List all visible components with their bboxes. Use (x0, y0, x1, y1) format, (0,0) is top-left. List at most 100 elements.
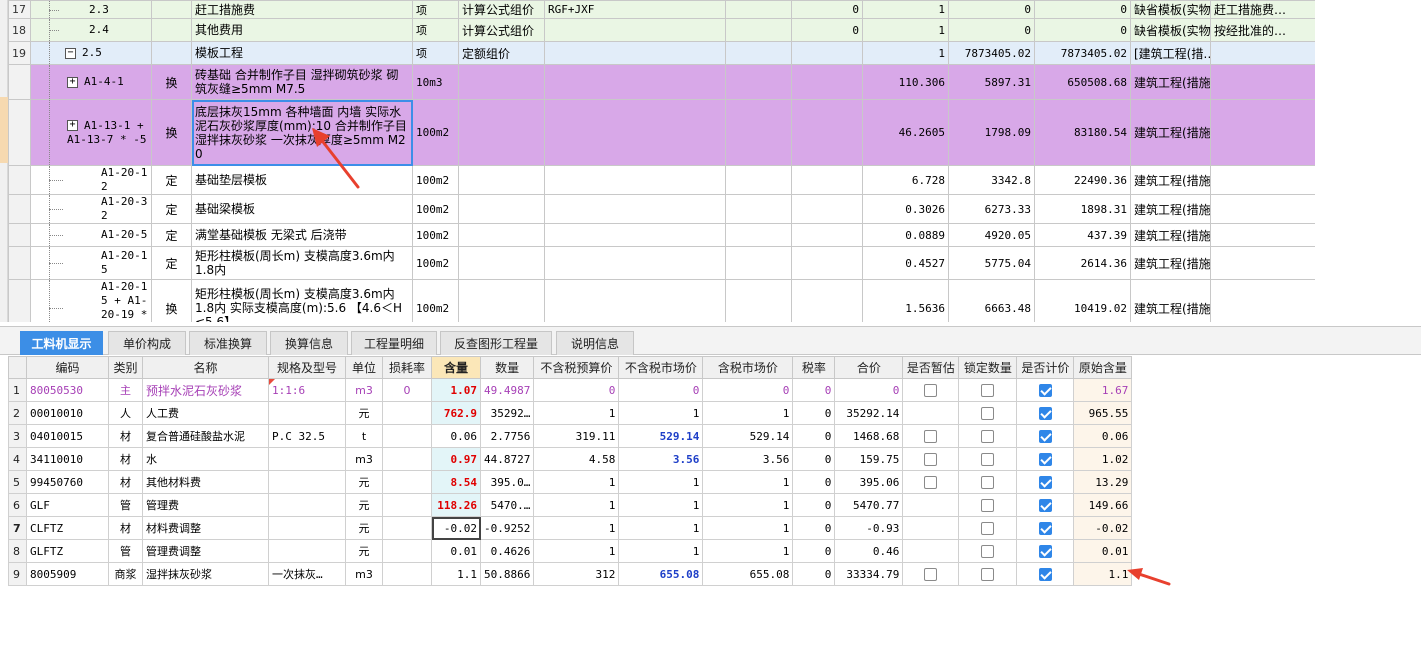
expand-icon[interactable]: + (67, 120, 78, 131)
category-cell[interactable]: 商浆 (108, 562, 143, 586)
unit-price-cell[interactable]: 3342.8 (948, 165, 1035, 195)
code-cell[interactable]: 04010015 (26, 424, 109, 448)
pretax-market-price-cell[interactable]: 1 (618, 470, 704, 494)
spec-cell[interactable]: 一次抹灰… (268, 562, 346, 586)
taxed-market-price-cell[interactable]: 1 (702, 539, 794, 563)
resource-row[interactable]: 3 04010015 材复合普通硅酸盐水泥 P.C 32.5 t 0.06 2.7756 31… (8, 424, 1133, 448)
resource-row[interactable]: 7 CLFTZ 材材料费调整元 -0.02 -0.9252 1 1 1 0 -0.93 -0.02 (8, 516, 1133, 540)
content-cell[interactable]: 0.06 (431, 424, 481, 448)
note-cell[interactable] (1210, 41, 1316, 65)
pretax-budget-price-cell[interactable]: 0 (533, 378, 620, 402)
original-content-cell[interactable]: 1.67 (1073, 378, 1133, 402)
total-cell[interactable]: 10419.02 (1034, 279, 1131, 322)
lock-quantity-checkbox[interactable] (981, 429, 995, 443)
code-cell[interactable]: 34110010 (26, 447, 109, 471)
formula-cell[interactable] (544, 223, 726, 247)
unit-cell[interactable]: 10m3 (412, 64, 459, 100)
value-cell[interactable]: 0 (791, 0, 863, 19)
unit-cell[interactable]: 元 (345, 401, 383, 425)
name-cell[interactable]: 赶工措施费 (191, 0, 413, 19)
column-header-taxed-market-price[interactable]: 含税市场价 (702, 356, 794, 379)
content-cell[interactable]: 762.9 (431, 401, 481, 425)
quantity-cell[interactable]: 1.5636 (862, 279, 949, 322)
type-cell[interactable]: 定 (151, 165, 192, 195)
row-selector-bar[interactable] (0, 0, 8, 322)
original-content-cell[interactable]: 0.01 (1073, 539, 1133, 563)
category-cell[interactable]: 建筑工程(措施) (1130, 279, 1211, 322)
pretax-budget-price-cell[interactable]: 1 (533, 401, 620, 425)
category-cell[interactable]: 建筑工程(措施) (1130, 246, 1211, 280)
note-cell[interactable] (1210, 279, 1316, 322)
sub-item-row[interactable]: A1-20-15 + A1-20-19 * 2换矩形柱模板(周长m) 支模高度3… (8, 279, 1316, 322)
unit-price-cell[interactable]: 7873405.02 (948, 41, 1035, 65)
type-cell[interactable]: 换 (151, 99, 192, 166)
code-cell[interactable]: GLF (26, 493, 109, 517)
spec-cell[interactable] (268, 493, 346, 517)
unit-cell[interactable]: m3 (345, 562, 383, 586)
code-cell[interactable]: + A1-13-1 + A1-13-7 * -5 (30, 99, 152, 166)
taxed-market-price-cell[interactable]: 0 (702, 378, 794, 402)
pretax-market-price-cell[interactable]: 3.56 (618, 447, 704, 471)
formula-cell[interactable] (544, 194, 726, 224)
lock-quantity-checkbox[interactable] (981, 406, 995, 420)
method-cell[interactable] (458, 246, 545, 280)
loss-rate-cell[interactable] (382, 539, 432, 563)
column-header-tax-rate[interactable]: 税率 (792, 356, 836, 379)
quantity-cell[interactable]: 1 (862, 18, 949, 42)
unit-cell[interactable]: 100m2 (412, 223, 459, 247)
column-header-code[interactable]: 编码 (26, 356, 109, 379)
loss-rate-cell[interactable] (382, 493, 432, 517)
blank-cell[interactable] (725, 279, 792, 322)
loss-rate-cell[interactable]: 0 (382, 378, 432, 402)
unit-cell[interactable]: 项 (412, 41, 459, 65)
loss-rate-cell[interactable] (382, 401, 432, 425)
original-content-cell[interactable]: 1.02 (1073, 447, 1133, 471)
column-header-pretax-budget-price[interactable]: 不含税预算价 (533, 356, 620, 379)
is-priced-checkbox[interactable] (1038, 498, 1052, 512)
unit-price-cell[interactable]: 0 (948, 0, 1035, 19)
column-header-content[interactable]: 含量 (431, 356, 481, 379)
tab-standard-conversion[interactable]: 标准换算 (189, 331, 267, 355)
category-cell[interactable]: 缺省模板(实物… (1130, 0, 1211, 19)
sub-item-row[interactable]: A1-20-12 定基础垫层模板 100m2 6.728 3342.8 22490.36 建… (8, 165, 1316, 195)
unit-cell[interactable]: m3 (345, 447, 383, 471)
column-header-name[interactable]: 名称 (142, 356, 269, 379)
tax-rate-cell[interactable]: 0 (792, 424, 836, 448)
name-cell[interactable]: 人工费 (142, 401, 269, 425)
sub-item-row[interactable]: 19−2.5 模板工程项定额组价 1 7873405.02 7873405.02 [建筑工… (8, 41, 1316, 65)
note-cell[interactable]: 按经批准的… (1210, 18, 1316, 42)
tax-rate-cell[interactable]: 0 (792, 470, 836, 494)
total-cell[interactable]: 650508.68 (1034, 64, 1131, 100)
pretax-market-price-cell[interactable]: 0 (618, 378, 704, 402)
method-cell[interactable]: 定额组价 (458, 41, 545, 65)
formula-cell[interactable] (544, 246, 726, 280)
category-cell[interactable]: 材 (108, 424, 143, 448)
total-cell[interactable]: 83180.54 (1034, 99, 1131, 166)
note-cell[interactable] (1210, 246, 1316, 280)
unit-cell[interactable]: 元 (345, 493, 383, 517)
category-cell[interactable]: 建筑工程(措施) (1130, 64, 1211, 100)
sub-item-row[interactable]: + A1-13-1 + A1-13-7 * -5 换底层抹灰15mm 各种墙面 内墙… (8, 99, 1316, 166)
category-cell[interactable]: [建筑工程(措… (1130, 41, 1211, 65)
content-cell[interactable]: 1.07 (431, 378, 481, 402)
loss-rate-cell[interactable] (382, 562, 432, 586)
spec-cell[interactable]: P.C 32.5 (268, 424, 346, 448)
total-cell[interactable]: 22490.36 (1034, 165, 1131, 195)
taxed-market-price-cell[interactable]: 1 (702, 516, 794, 540)
code-cell[interactable]: A1-20-15 (30, 246, 152, 280)
value-cell[interactable] (791, 64, 863, 100)
unit-cell[interactable]: 元 (345, 470, 383, 494)
blank-cell[interactable] (725, 165, 792, 195)
code-cell[interactable]: 99450760 (26, 470, 109, 494)
is-priced-checkbox[interactable] (1038, 521, 1052, 535)
quantity-cell[interactable]: 1 (862, 41, 949, 65)
sub-item-row[interactable]: + A1-4-1 换砖基础 合并制作子目 湿拌砌筑砂浆 砌筑灰缝≥5mm M7.5 1… (8, 64, 1316, 100)
taxed-market-price-cell[interactable]: 3.56 (702, 447, 794, 471)
formula-cell[interactable] (544, 99, 726, 166)
quantity-cell[interactable]: 0.3026 (862, 194, 949, 224)
code-cell[interactable]: A1-20-12 (30, 165, 152, 195)
pretax-budget-price-cell[interactable]: 1 (533, 539, 620, 563)
quantity-cell[interactable]: 1 (862, 0, 949, 19)
sub-item-row[interactable]: 172.3赶工措施费项计算公式组价RGF+JXF0100缺省模板(实物…赶工措施… (8, 0, 1316, 19)
column-header-corner[interactable] (8, 356, 27, 379)
